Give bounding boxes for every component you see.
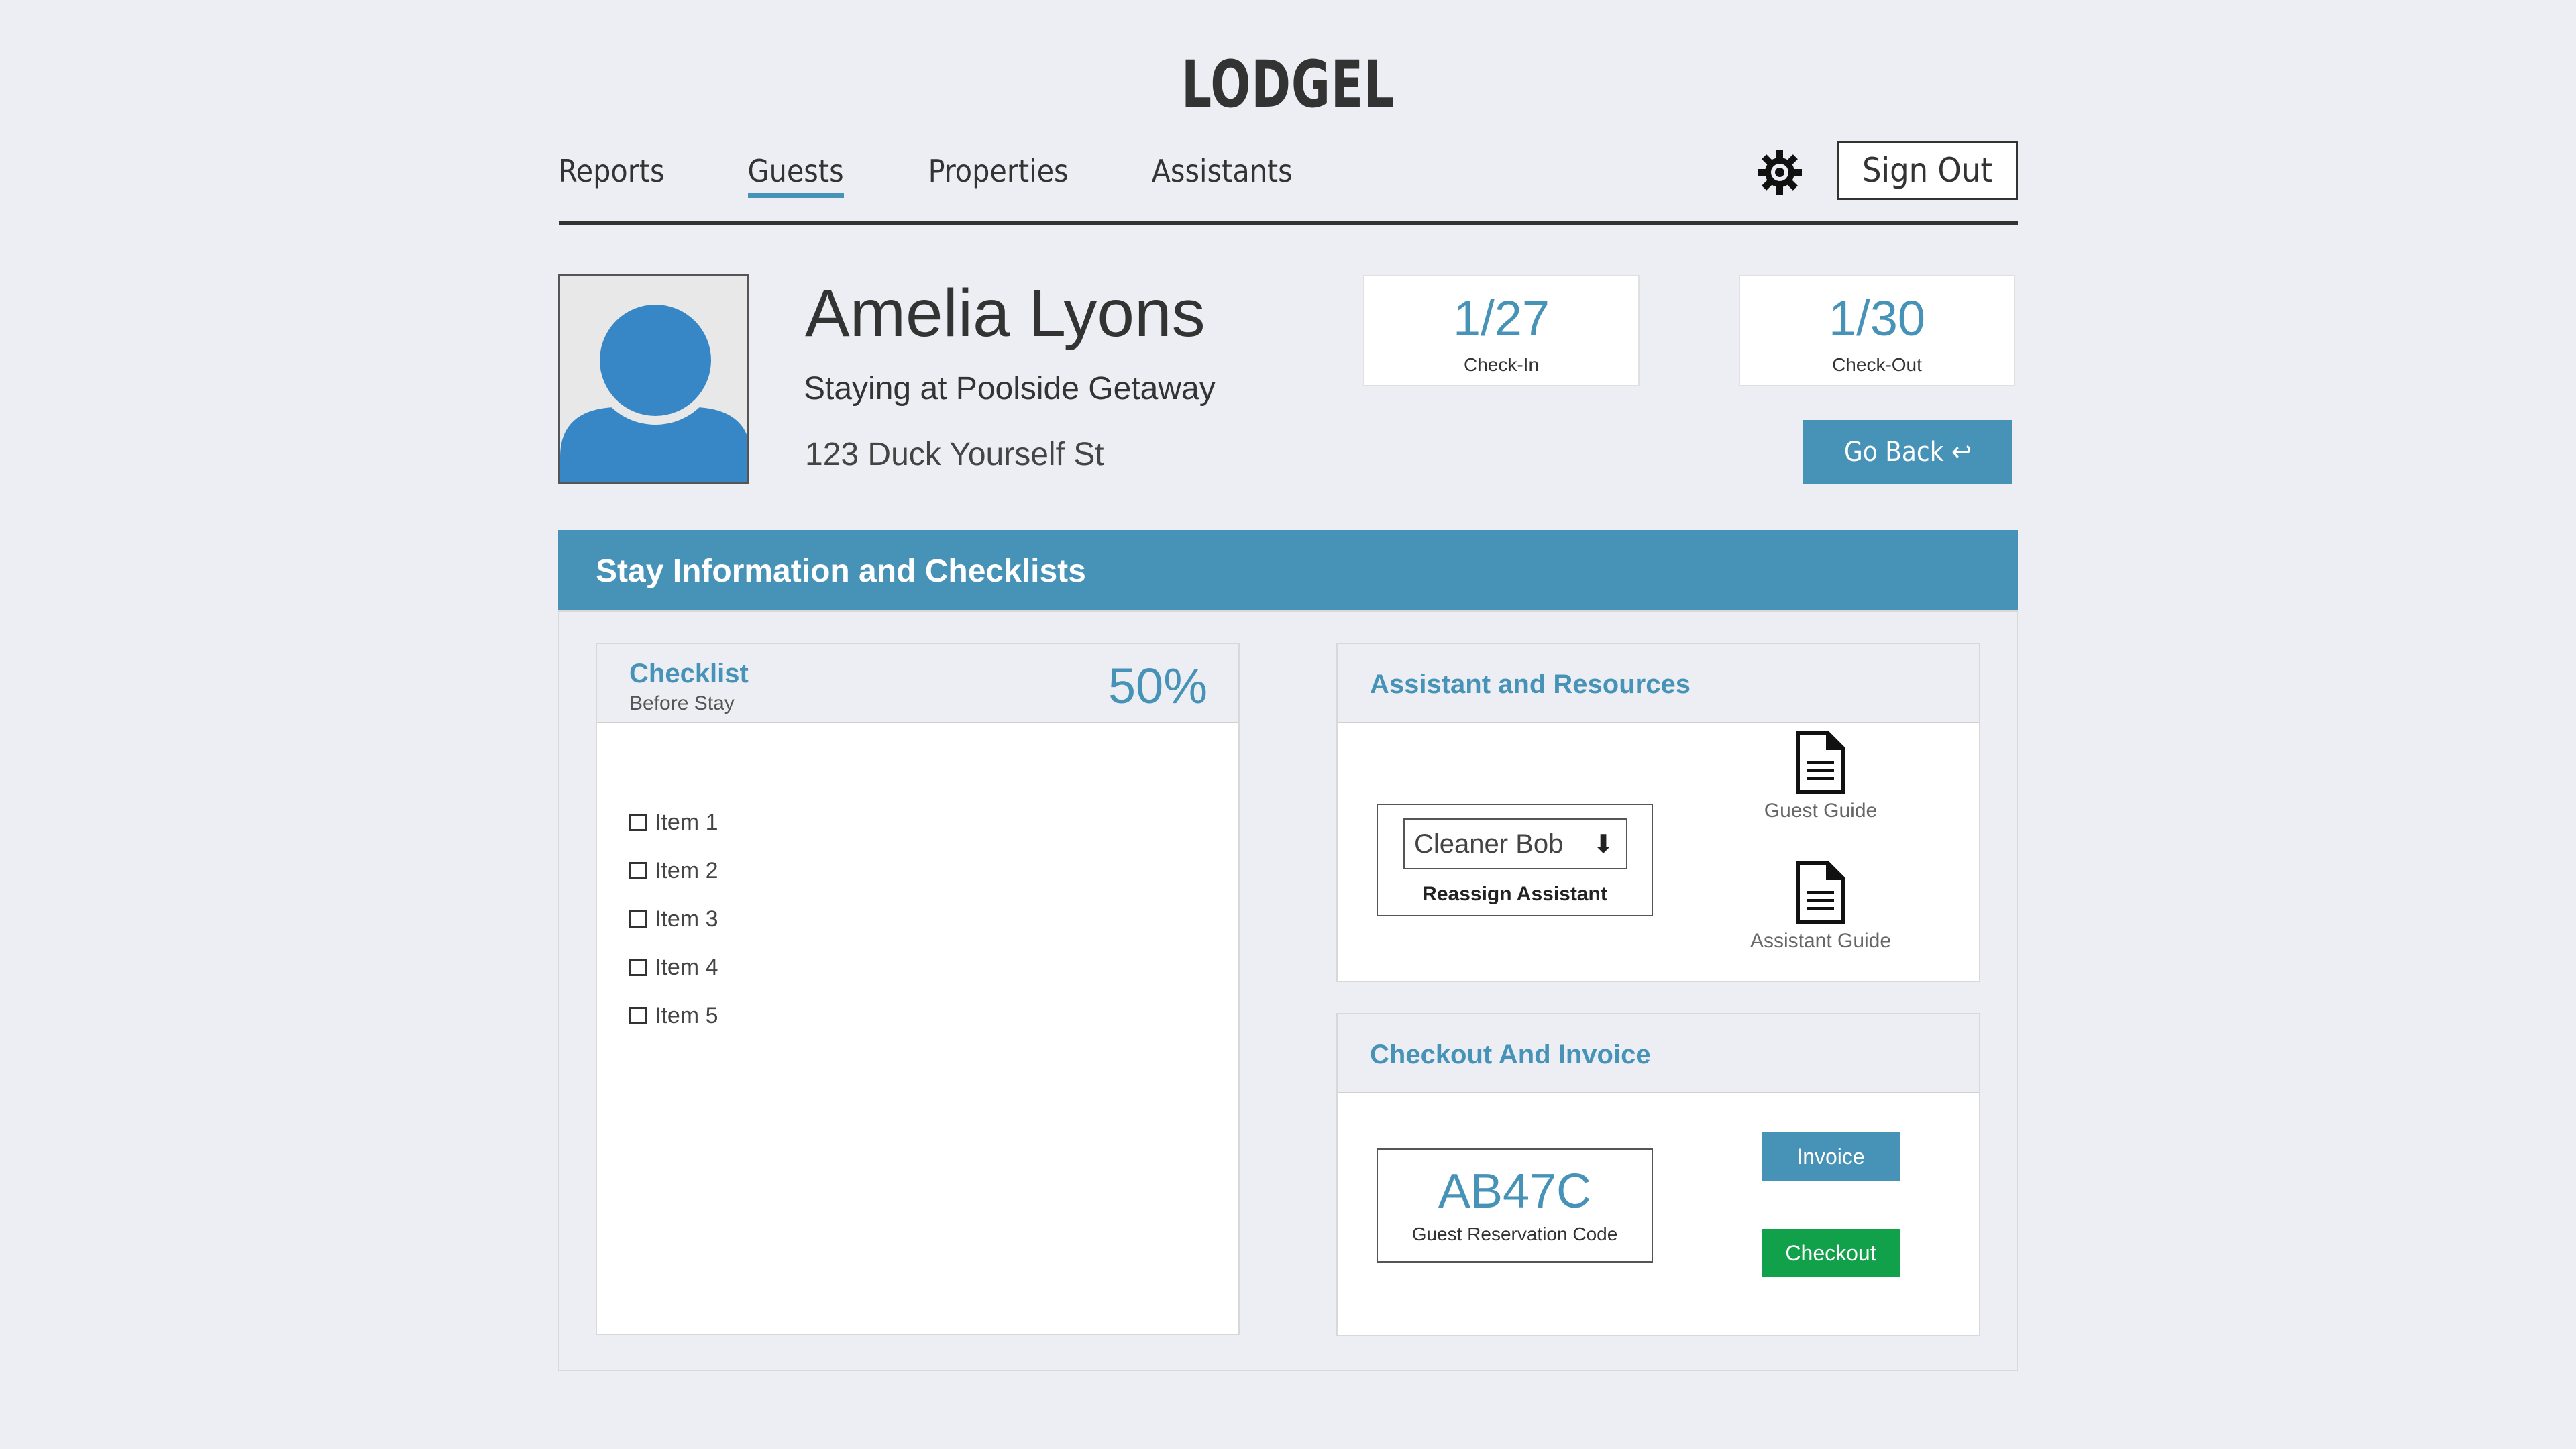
assistant-panel: Assistant and Resources Cleaner Bob ⬇ Re… <box>1336 643 1980 982</box>
reservation-code-box: AB47C Guest Reservation Code <box>1377 1148 1653 1263</box>
reservation-code-label: Guest Reservation Code <box>1411 1224 1618 1244</box>
checklist-item-label: Item 1 <box>655 809 718 835</box>
checklist-title: Checklist <box>629 659 749 688</box>
guest-guide-link[interactable]: Guest Guide <box>1740 730 1901 822</box>
guest-stay: Staying at Poolside Getaway <box>804 371 1216 407</box>
check-out-card: 1/30 Check-Out <box>1739 275 2015 386</box>
guest-name: Amelia Lyons <box>805 276 1205 351</box>
checkbox[interactable] <box>629 959 647 976</box>
checkout-panel: Checkout And Invoice AB47C Guest Reserva… <box>1336 1013 1980 1336</box>
assistant-title: Assistant and Resources <box>1370 669 1690 699</box>
checklist-item[interactable]: Item 1 <box>629 798 718 847</box>
checklist-item[interactable]: Item 5 <box>629 991 718 1040</box>
invoice-button[interactable]: Invoice <box>1762 1132 1900 1181</box>
checklist-item-label: Item 5 <box>655 1002 718 1028</box>
go-back-button[interactable]: Go Back ↩ <box>1803 420 2012 484</box>
checklist-item[interactable]: Item 2 <box>629 847 718 895</box>
check-out-label: Check-Out <box>1832 354 1922 375</box>
avatar <box>558 274 749 484</box>
assistant-guide-label: Assistant Guide <box>1750 930 1892 952</box>
page: LODGEL Reports Guests Properties Assista… <box>0 0 2576 1449</box>
checklist-item[interactable]: Item 4 <box>629 943 718 991</box>
reassign-assistant-box: Cleaner Bob ⬇ Reassign Assistant <box>1377 804 1653 916</box>
checklist-header: Checklist Before Stay 50% <box>597 644 1238 723</box>
assistant-select[interactable]: Cleaner Bob ⬇ <box>1403 818 1627 869</box>
checklist-item-label: Item 4 <box>655 954 718 980</box>
section-title: Stay Information and Checklists <box>558 530 2018 612</box>
checkout-header: Checkout And Invoice <box>1338 1014 1979 1093</box>
check-in-label: Check-In <box>1463 354 1540 375</box>
document-icon <box>1796 861 1845 924</box>
reassign-assistant-label: Reassign Assistant <box>1422 883 1607 905</box>
nav-item-properties[interactable]: Properties <box>928 153 1069 198</box>
guest-address: 123 Duck Yourself St <box>805 437 1104 472</box>
reservation-code: AB47C <box>1438 1165 1592 1218</box>
main-nav: Reports Guests Properties Assistants <box>558 153 1360 198</box>
checklist-item-label: Item 2 <box>655 857 718 883</box>
sign-out-button[interactable]: Sign Out <box>1837 141 2018 200</box>
nav-item-guests[interactable]: Guests <box>747 153 844 198</box>
check-in-date: 1/27 <box>1452 290 1550 346</box>
arrow-down-icon: ⬇ <box>1593 830 1614 859</box>
checkout-button[interactable]: Checkout <box>1762 1229 1900 1277</box>
checkbox[interactable] <box>629 814 647 831</box>
assistant-guide-link[interactable]: Assistant Guide <box>1740 860 1901 953</box>
app-logo: LODGEL <box>1181 47 1395 122</box>
assistant-header: Assistant and Resources <box>1338 644 1979 723</box>
checklist-subtitle: Before Stay <box>629 692 735 714</box>
gear-icon[interactable] <box>1756 149 1803 196</box>
nav-item-assistants[interactable]: Assistants <box>1152 153 1293 198</box>
checklist-item-label: Item 3 <box>655 906 718 932</box>
checkbox[interactable] <box>629 910 647 928</box>
nav-item-reports[interactable]: Reports <box>558 153 665 198</box>
checkbox[interactable] <box>629 1007 647 1024</box>
checklist-item[interactable]: Item 3 <box>629 895 718 943</box>
assistant-select-value: Cleaner Bob <box>1414 828 1564 859</box>
checklist-percent: 50% <box>1108 658 1208 714</box>
document-icon <box>1796 731 1845 794</box>
checklist-panel: Checklist Before Stay 50% Item 1 Item 2 … <box>596 643 1240 1335</box>
checkout-title: Checkout And Invoice <box>1370 1040 1651 1069</box>
checkbox[interactable] <box>629 862 647 879</box>
checklist-items: Item 1 Item 2 Item 3 Item 4 Item 5 <box>629 798 718 1040</box>
guest-guide-label: Guest Guide <box>1764 800 1878 822</box>
check-in-card: 1/27 Check-In <box>1363 275 1640 386</box>
check-out-date: 1/30 <box>1828 290 1926 346</box>
nav-divider <box>559 221 2018 225</box>
